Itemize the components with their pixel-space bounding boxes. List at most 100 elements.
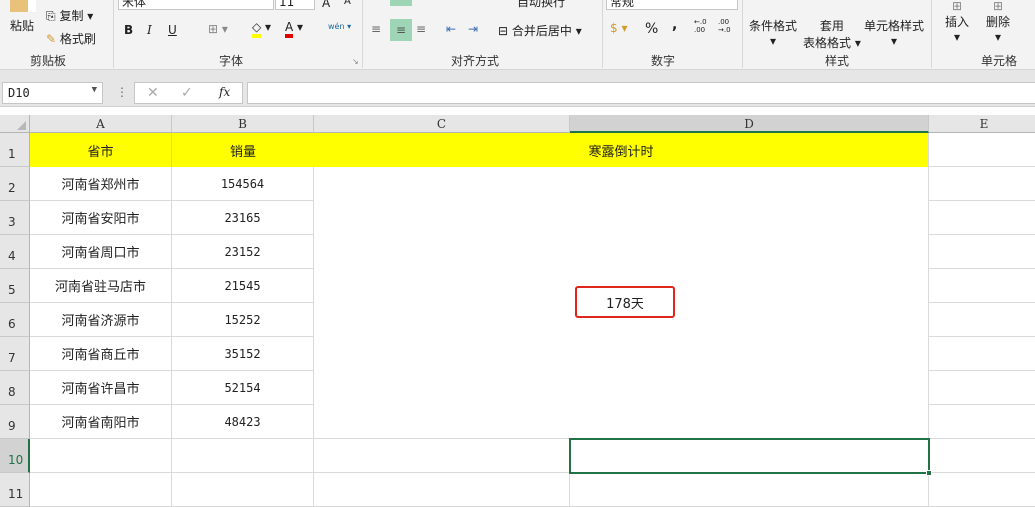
underline-button[interactable]: U xyxy=(168,23,177,37)
align-left-button[interactable]: ≡ xyxy=(371,22,381,36)
percent-button[interactable]: % xyxy=(645,21,658,37)
delete-label: 删除 xyxy=(986,15,1011,29)
row-header-5[interactable]: 5 xyxy=(0,269,30,303)
cell-styles-label: 单元格样式 xyxy=(864,19,925,33)
formula-input[interactable] xyxy=(247,82,1035,104)
paste-icon[interactable] xyxy=(10,0,36,12)
format-as-table-button[interactable]: 套用 表格格式 ▾ xyxy=(803,17,861,51)
ribbon: 粘贴 ⎘ 复制 ▾ ✎ 格式刷 剪贴板 宋体 11 A A B I U ⊞ ▾ … xyxy=(0,0,1035,70)
wrap-text-button[interactable]: 自动换行 xyxy=(517,0,565,10)
comma-button[interactable]: , xyxy=(672,17,677,33)
column-header-B[interactable]: B xyxy=(172,115,314,133)
cell-sales[interactable]: 52154 xyxy=(172,371,314,405)
cell-city[interactable]: 河南省郑州市 xyxy=(30,167,172,201)
cell-city[interactable]: 河南省周口市 xyxy=(30,235,172,269)
cell-A1[interactable]: 省市 xyxy=(30,133,172,167)
cell-C2-D9-merged[interactable]: 178天 xyxy=(314,167,929,439)
cells-group-label: 单元格 xyxy=(981,54,1018,68)
delete-button[interactable]: ⊞ 删除 ▾ xyxy=(986,0,1010,44)
row-header-1[interactable]: 1 xyxy=(0,133,30,167)
merge-icon: ⊟ xyxy=(498,24,509,38)
cell-E[interactable] xyxy=(929,235,1035,269)
selected-cell-D10[interactable] xyxy=(569,438,930,474)
name-box[interactable]: D10 ▼ xyxy=(2,82,103,104)
decrease-decimal-button[interactable]: .00 →.0 xyxy=(718,18,736,34)
cell-C10[interactable] xyxy=(314,439,570,473)
fill-color-button[interactable]: ◇ ▾ xyxy=(252,20,271,38)
grow-font-button[interactable]: A xyxy=(322,0,330,10)
cell-C1-D1-merged[interactable]: 寒露倒计时 xyxy=(314,133,929,167)
cell-sales[interactable]: 23152 xyxy=(172,235,314,269)
cell-B1[interactable]: 销量 xyxy=(172,133,314,167)
cell-A10[interactable] xyxy=(30,439,172,473)
row-header-9[interactable]: 9 xyxy=(0,405,30,439)
font-size-select[interactable]: 11 xyxy=(275,0,315,10)
column-header-D[interactable]: D xyxy=(570,115,929,133)
clipboard-group-label: 剪贴板 xyxy=(30,54,67,68)
cell-E1[interactable] xyxy=(929,133,1035,167)
cell-E[interactable] xyxy=(929,337,1035,371)
cell-city[interactable]: 河南省安阳市 xyxy=(30,201,172,235)
cell-city[interactable]: 河南省济源市 xyxy=(30,303,172,337)
column-header-C[interactable]: C xyxy=(314,115,570,133)
row-header-2[interactable]: 2 xyxy=(0,167,30,201)
number-group-label: 数字 xyxy=(651,54,676,68)
cell-E10[interactable] xyxy=(929,439,1035,473)
font-color-button[interactable]: A ▾ xyxy=(285,20,303,38)
number-format-select[interactable]: 常规 xyxy=(606,0,738,10)
italic-button[interactable]: I xyxy=(147,23,152,37)
select-all-button[interactable] xyxy=(0,115,30,133)
increase-indent-button[interactable]: ⇥ xyxy=(468,22,478,36)
paste-button[interactable]: 粘贴 xyxy=(10,17,34,34)
cancel-icon[interactable]: ✕ xyxy=(147,85,159,101)
column-header-A[interactable]: A xyxy=(30,115,172,133)
cell-B10[interactable] xyxy=(172,439,314,473)
row-header-8[interactable]: 8 xyxy=(0,371,30,405)
decrease-indent-button[interactable]: ⇤ xyxy=(446,22,456,36)
cell-E[interactable] xyxy=(929,371,1035,405)
row-header-7[interactable]: 7 xyxy=(0,337,30,371)
increase-decimal-button[interactable]: ←.0 .00 xyxy=(694,18,712,34)
insert-button[interactable]: ⊞ 插入 ▾ xyxy=(945,0,969,44)
font-name-select[interactable]: 宋体 xyxy=(118,0,274,10)
row-header-3[interactable]: 3 xyxy=(0,201,30,235)
cell-city[interactable]: 河南省南阳市 xyxy=(30,405,172,439)
cell-E[interactable] xyxy=(929,201,1035,235)
border-icon: ⊞ xyxy=(208,22,219,36)
enter-icon[interactable]: ✓ xyxy=(181,85,193,101)
bold-button[interactable]: B xyxy=(124,23,133,37)
cell-sales[interactable]: 35152 xyxy=(172,337,314,371)
align-right-button[interactable]: ≡ xyxy=(416,22,426,36)
spreadsheet-grid: A B C D E 1 2 3 4 5 6 7 8 9 10 11 省市 销量 寒露倒计时 河南省郑州市 154564 河… xyxy=(0,115,1035,507)
cell-sales[interactable]: 23165 xyxy=(172,201,314,235)
cell-E[interactable] xyxy=(929,405,1035,439)
copy-button[interactable]: ⎘ 复制 ▾ xyxy=(46,7,93,24)
row-header-10[interactable]: 10 xyxy=(0,439,30,473)
cell-styles-button[interactable]: 单元格样式 ▾ xyxy=(864,17,924,48)
merge-center-button[interactable]: ⊟ 合并后居中 ▾ xyxy=(498,22,582,39)
currency-button[interactable]: $ ▾ xyxy=(610,21,627,35)
cell-city[interactable]: 河南省商丘市 xyxy=(30,337,172,371)
cell-sales[interactable]: 15252 xyxy=(172,303,314,337)
border-button[interactable]: ⊞ ▾ xyxy=(208,22,228,36)
shrink-font-button[interactable]: A xyxy=(344,0,351,7)
cell-sales[interactable]: 48423 xyxy=(172,405,314,439)
insert-function-icon[interactable]: fx xyxy=(219,85,230,99)
formula-bar: D10 ▼ ⋮ ✕ ✓ fx xyxy=(0,80,1035,107)
row-header-4[interactable]: 4 xyxy=(0,235,30,269)
cell-E[interactable] xyxy=(929,303,1035,337)
format-painter-button[interactable]: ✎ 格式刷 xyxy=(46,30,96,47)
cell-E[interactable] xyxy=(929,269,1035,303)
cell-city[interactable]: 河南省许昌市 xyxy=(30,371,172,405)
cell-city[interactable]: 河南省驻马店市 xyxy=(30,269,172,303)
align-center-button[interactable]: ≡ xyxy=(390,19,412,41)
cell-E[interactable] xyxy=(929,167,1035,201)
dialog-launcher-icon[interactable]: ↘ xyxy=(352,57,359,66)
fill-handle[interactable] xyxy=(926,470,932,476)
row-header-6[interactable]: 6 xyxy=(0,303,30,337)
phonetic-button[interactable]: wén ▾ xyxy=(328,22,351,31)
conditional-format-button[interactable]: 条件格式 ▾ xyxy=(749,17,797,48)
cell-sales[interactable]: 154564 xyxy=(172,167,314,201)
column-header-E[interactable]: E xyxy=(929,115,1035,133)
cell-sales[interactable]: 21545 xyxy=(172,269,314,303)
